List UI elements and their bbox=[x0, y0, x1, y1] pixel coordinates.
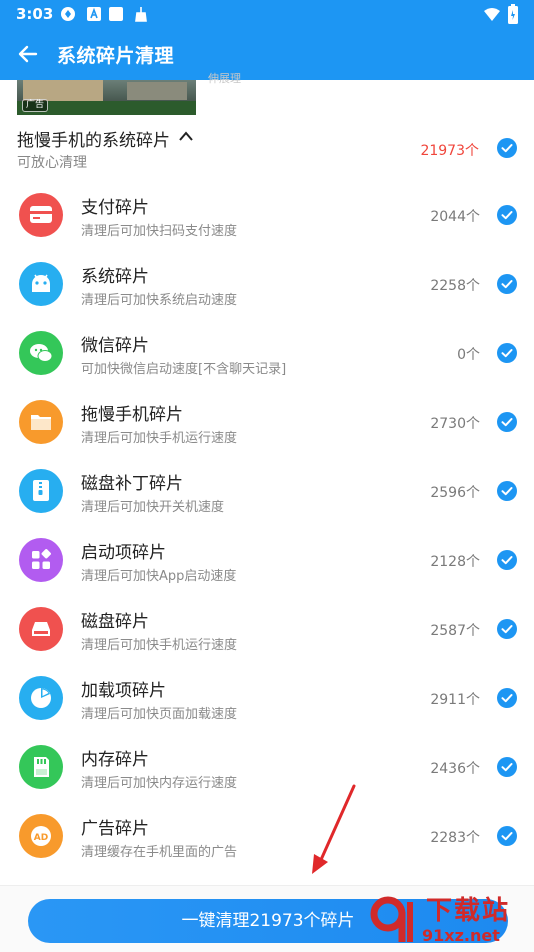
list-item[interactable]: AD 广告碎片 清理缓存在手机里面的广告 2283个 bbox=[0, 804, 534, 873]
item-checkbox[interactable] bbox=[497, 688, 517, 708]
payment-card-icon bbox=[19, 193, 63, 237]
item-desc: 清理后可加快内存运行速度 bbox=[81, 776, 238, 791]
item-name: 支付碎片 bbox=[81, 198, 149, 218]
back-arrow-icon[interactable] bbox=[14, 40, 42, 68]
item-name: 微信碎片 bbox=[81, 336, 149, 356]
item-count: 2911个 bbox=[430, 692, 480, 708]
zip-file-icon bbox=[19, 469, 63, 513]
item-checkbox[interactable] bbox=[497, 757, 517, 777]
item-name: 内存碎片 bbox=[81, 750, 149, 770]
item-count: 2436个 bbox=[430, 761, 480, 777]
chevron-up-icon[interactable] bbox=[178, 128, 194, 147]
item-desc: 清理后可加快手机运行速度 bbox=[81, 638, 238, 653]
pie-chart-icon bbox=[19, 676, 63, 720]
item-desc: 清理后可加快系统启动速度 bbox=[81, 293, 238, 308]
wifi-icon bbox=[484, 7, 500, 23]
app-grid-icon bbox=[19, 538, 63, 582]
list-item[interactable]: 磁盘碎片 清理后可加快手机运行速度 2587个 bbox=[0, 597, 534, 666]
status-time: 3:03 bbox=[16, 5, 54, 23]
item-checkbox[interactable] bbox=[497, 619, 517, 639]
group-checkbox[interactable] bbox=[497, 138, 517, 158]
item-checkbox[interactable] bbox=[497, 343, 517, 363]
list-item[interactable]: 支付碎片 清理后可加快扫码支付速度 2044个 bbox=[0, 183, 534, 252]
item-desc: 清理缓存在手机里面的广告 bbox=[81, 845, 238, 860]
item-name: 广告碎片 bbox=[81, 819, 149, 839]
item-desc: 清理后可加快开关机速度 bbox=[81, 500, 225, 515]
group-count: 21973个 bbox=[420, 143, 479, 159]
watermark: 下载站 91xz.net bbox=[362, 888, 532, 950]
item-count: 2587个 bbox=[430, 623, 480, 639]
page-title: 系统碎片清理 bbox=[57, 45, 175, 67]
app-a-status-icon bbox=[86, 6, 102, 22]
shield-status-icon bbox=[60, 6, 76, 22]
watermark-url: 91xz.net bbox=[422, 926, 500, 945]
item-count: 2596个 bbox=[430, 485, 480, 501]
ad-image-building bbox=[127, 82, 187, 100]
ad-text: 伸展理 bbox=[208, 72, 241, 85]
list-item[interactable]: 内存碎片 清理后可加快内存运行速度 2436个 bbox=[0, 735, 534, 804]
item-name: 磁盘碎片 bbox=[81, 612, 149, 632]
item-count: 0个 bbox=[457, 347, 480, 363]
item-name: 启动项碎片 bbox=[81, 543, 166, 563]
group-subtitle: 可放心清理 bbox=[17, 155, 87, 171]
item-desc: 清理后可加快扫码支付速度 bbox=[81, 224, 238, 239]
square-status-icon bbox=[108, 6, 124, 22]
item-name: 系统碎片 bbox=[81, 267, 149, 287]
item-count: 2044个 bbox=[430, 209, 480, 225]
list-item[interactable]: 启动项碎片 清理后可加快App启动速度 2128个 bbox=[0, 528, 534, 597]
wechat-icon bbox=[19, 331, 63, 375]
group-title: 拖慢手机的系统碎片 bbox=[17, 131, 170, 151]
battery-icon bbox=[508, 4, 518, 24]
item-count: 2128个 bbox=[430, 554, 480, 570]
list-item[interactable]: 微信碎片 可加快微信启动速度[不含聊天记录] 0个 bbox=[0, 321, 534, 390]
item-checkbox[interactable] bbox=[497, 412, 517, 432]
item-desc: 可加快微信启动速度[不含聊天记录] bbox=[81, 362, 287, 377]
broom-status-icon bbox=[132, 6, 148, 22]
ad-icon: AD bbox=[19, 814, 63, 858]
item-name: 磁盘补丁碎片 bbox=[81, 474, 183, 494]
item-count: 2730个 bbox=[430, 416, 480, 432]
item-checkbox[interactable] bbox=[497, 205, 517, 225]
item-count: 2258个 bbox=[430, 278, 480, 294]
status-bar: 3:03 bbox=[0, 0, 534, 28]
ad-tag: 广告 bbox=[22, 99, 49, 112]
item-checkbox[interactable] bbox=[497, 550, 517, 570]
item-desc: 清理后可加快App启动速度 bbox=[81, 569, 237, 584]
app-bar: 系统碎片清理 bbox=[0, 28, 534, 80]
sd-card-icon bbox=[19, 745, 63, 789]
item-name: 加载项碎片 bbox=[81, 681, 166, 701]
group-header[interactable]: 拖慢手机的系统碎片 可放心清理 21973个 bbox=[17, 126, 517, 172]
item-checkbox[interactable] bbox=[497, 274, 517, 294]
item-checkbox[interactable] bbox=[497, 826, 517, 846]
ad-banner-image[interactable]: 广告 bbox=[17, 80, 196, 115]
annotation-arrow bbox=[312, 784, 356, 874]
list-item[interactable]: 拖慢手机碎片 清理后可加快手机运行速度 2730个 bbox=[0, 390, 534, 459]
item-checkbox[interactable] bbox=[497, 481, 517, 501]
item-desc: 清理后可加快手机运行速度 bbox=[81, 431, 238, 446]
android-icon bbox=[19, 262, 63, 306]
item-desc: 清理后可加快页面加载速度 bbox=[81, 707, 238, 722]
item-name: 拖慢手机碎片 bbox=[81, 405, 183, 425]
list-item[interactable]: 磁盘补丁碎片 清理后可加快开关机速度 2596个 bbox=[0, 459, 534, 528]
folder-icon bbox=[19, 400, 63, 444]
watermark-logo-icon bbox=[370, 896, 413, 942]
list-item[interactable]: 加载项碎片 清理后可加快页面加载速度 2911个 bbox=[0, 666, 534, 735]
watermark-text: 下载站 bbox=[426, 896, 511, 926]
svg-text:AD: AD bbox=[34, 833, 48, 843]
item-count: 2283个 bbox=[430, 830, 480, 846]
list-item[interactable]: 系统碎片 清理后可加快系统启动速度 2258个 bbox=[0, 252, 534, 321]
disk-icon bbox=[19, 607, 63, 651]
